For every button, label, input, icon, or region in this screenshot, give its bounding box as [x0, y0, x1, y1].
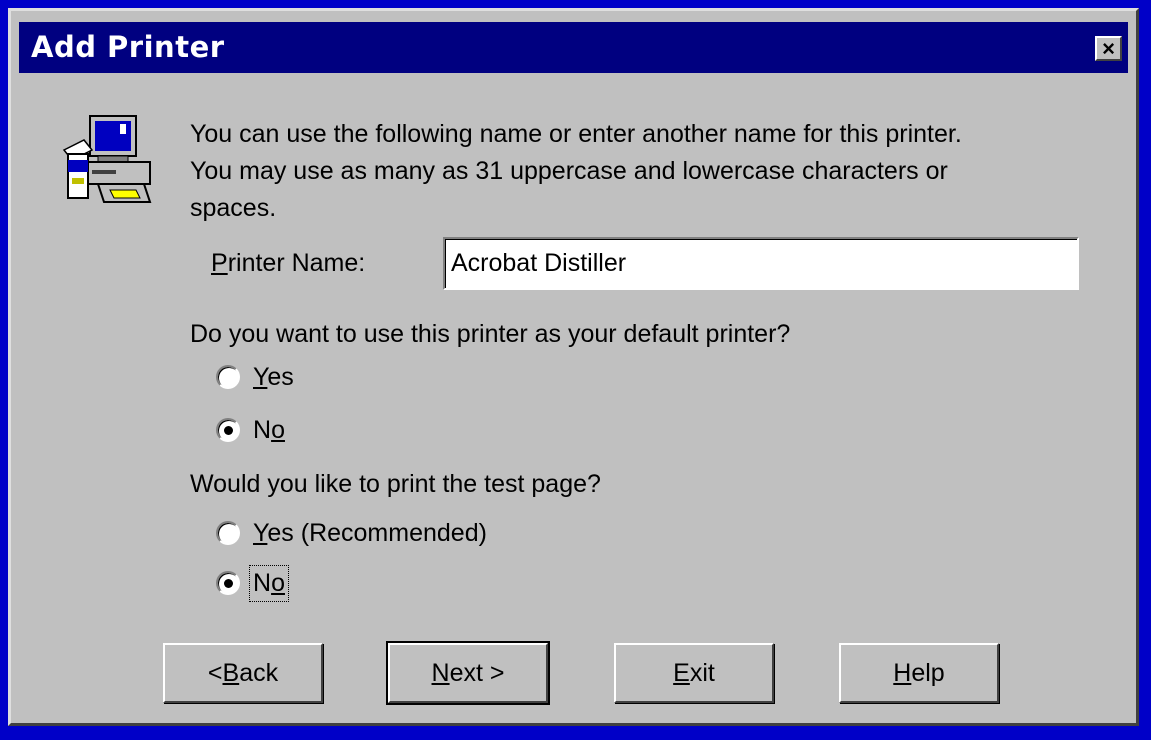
test-no-radio[interactable]: No: [216, 563, 289, 603]
default-printer-question: Do you want to use this printer as your …: [190, 320, 791, 348]
test-yes-rest: es (Recommended): [267, 518, 487, 547]
default-no-radio[interactable]: No: [216, 410, 285, 450]
next-rest: ext >: [449, 658, 505, 687]
intro-line-3: spaces.: [190, 194, 277, 222]
intro-line-1: You can use the following name or enter …: [190, 120, 962, 148]
test-no-hotkey: o: [271, 568, 285, 597]
radio-circle[interactable]: [216, 521, 240, 545]
default-yes-hotkey: Y: [253, 362, 268, 391]
radio-circle-selected[interactable]: [216, 418, 240, 442]
next-hotkey: N: [431, 658, 450, 687]
test-no-pre: N: [253, 568, 272, 597]
back-pre: <: [207, 658, 223, 687]
exit-rest: xit: [689, 658, 715, 687]
test-yes-label: Yes (Recommended): [253, 519, 487, 548]
window-title: Add Printer: [31, 30, 225, 64]
next-button[interactable]: Next >: [388, 643, 548, 703]
exit-button[interactable]: Exit: [614, 643, 774, 703]
radio-circle-selected[interactable]: [216, 571, 240, 595]
radio-circle[interactable]: [216, 365, 240, 389]
default-no-label: No: [253, 416, 285, 445]
test-yes-radio[interactable]: Yes (Recommended): [216, 513, 487, 553]
radio-dot: [223, 425, 233, 435]
default-yes-radio[interactable]: Yes: [216, 357, 294, 397]
default-no-hotkey: o: [271, 415, 285, 444]
default-yes-label: Yes: [253, 363, 294, 392]
radio-dot: [223, 578, 233, 588]
printer-name-input[interactable]: Acrobat Distiller: [443, 237, 1079, 290]
back-hotkey: B: [222, 658, 240, 687]
printer-wizard-icon: [62, 115, 152, 203]
close-button[interactable]: ×: [1095, 36, 1122, 61]
help-rest: elp: [911, 658, 945, 687]
printer-name-label-rest: rinter Name:: [227, 249, 366, 277]
help-hotkey: H: [893, 658, 912, 687]
help-button[interactable]: Help: [839, 643, 999, 703]
printer-name-label-hotkey: P: [211, 249, 228, 277]
close-icon: ×: [1102, 35, 1115, 61]
exit-hotkey: E: [673, 658, 690, 687]
printer-name-label: Printer Name:: [211, 245, 365, 281]
back-button[interactable]: < Back: [163, 643, 323, 703]
back-rest: ack: [239, 658, 279, 687]
default-yes-rest: es: [267, 362, 294, 391]
test-no-label: No: [249, 564, 289, 602]
test-yes-hotkey: Y: [253, 518, 268, 547]
title-bar[interactable]: Add Printer ×: [19, 22, 1128, 73]
test-page-question: Would you like to print the test page?: [190, 470, 601, 498]
default-no-pre: N: [253, 415, 272, 444]
intro-line-2: You may use as many as 31 uppercase and …: [190, 157, 948, 185]
